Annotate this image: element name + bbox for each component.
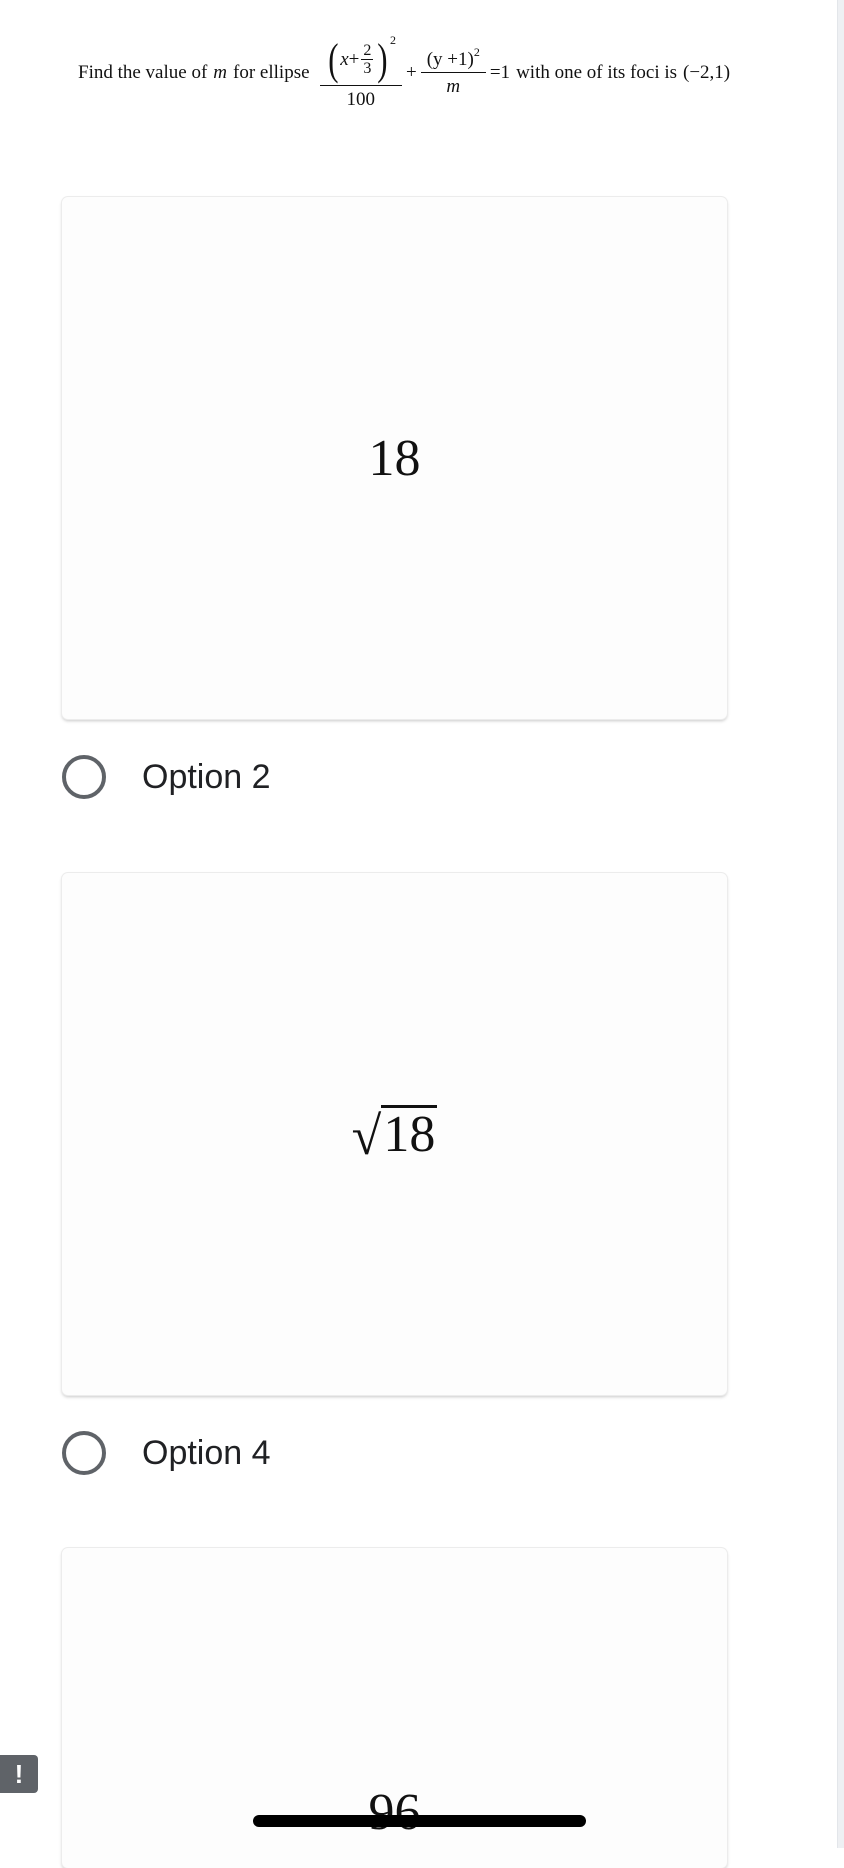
question-text: Find the value of m for ellipse ( x + 2 … — [78, 18, 778, 128]
sqrt-expression: √ 18 — [351, 1105, 438, 1166]
ellipse-term-1: ( x + 2 3 ) 2 100 — [319, 34, 402, 109]
radio-unchecked-icon[interactable] — [62, 755, 106, 799]
focus-point: (−2,1) — [683, 62, 731, 83]
exclamation-icon[interactable]: ! — [0, 1755, 38, 1793]
plus-sign: + — [406, 62, 417, 83]
question-middle: for ellipse — [233, 62, 310, 83]
question-variable: m — [213, 62, 228, 83]
option-label: Option 4 — [142, 1433, 271, 1472]
equals: =1 — [489, 62, 511, 83]
option-4[interactable]: Option 4 — [62, 1423, 562, 1483]
option-card-1[interactable]: 18 — [62, 197, 727, 719]
ellipse-term-2: (y +1) 2 m — [420, 46, 486, 96]
question-prefix: Find the value of — [78, 62, 208, 83]
option-label: Option 2 — [142, 757, 271, 796]
home-indicator[interactable] — [253, 1815, 586, 1827]
option-card-2[interactable]: √ 18 — [62, 873, 727, 1395]
option-2[interactable]: Option 2 — [62, 747, 562, 807]
question-suffix: with one of its foci is — [516, 62, 678, 83]
page-edge — [837, 0, 844, 1848]
form-page: Find the value of m for ellipse ( x + 2 … — [0, 0, 838, 1868]
radio-unchecked-icon[interactable] — [62, 1431, 106, 1475]
option-card-value: 96 — [368, 1784, 421, 1841]
option-card-value: 18 — [368, 429, 421, 487]
